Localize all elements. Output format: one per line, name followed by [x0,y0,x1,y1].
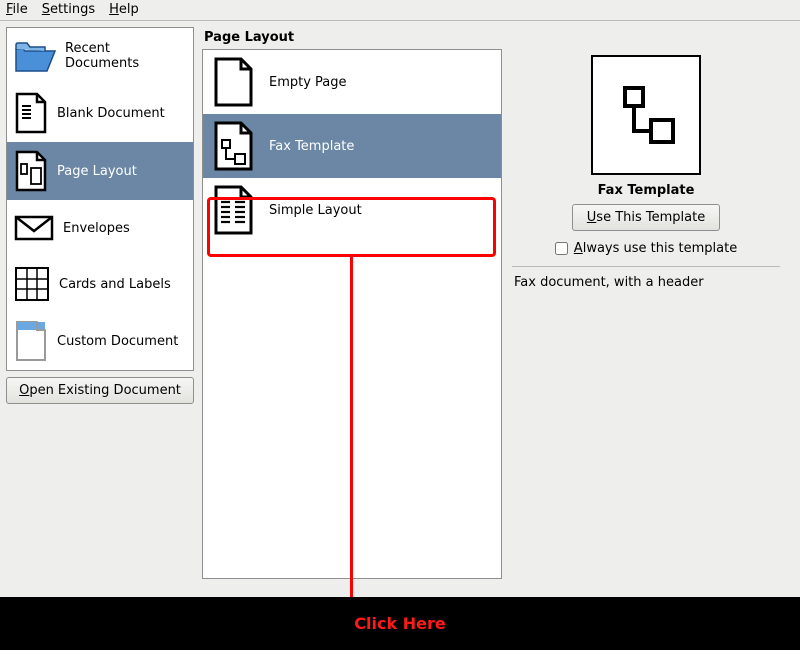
divider [512,266,780,267]
sidebar-item-custom-document[interactable]: Custom Document [7,312,193,370]
simple-layout-icon [211,184,255,236]
sidebar-item-page-layout[interactable]: Page Layout [7,142,193,200]
sidebar-item-label: Blank Document [57,106,165,121]
template-label: Empty Page [269,75,347,90]
envelope-icon [13,213,55,243]
always-use-checkbox[interactable] [555,242,568,255]
open-existing-document-button[interactable]: Open Existing Document [6,377,194,404]
sidebar-item-label: Recent Documents [65,41,187,71]
sidebar-item-blank-document[interactable]: Blank Document [7,84,193,142]
empty-page-icon [211,56,255,108]
annotation-caption: Click Here [354,614,445,633]
menu-file[interactable]: File [6,2,28,17]
annotation-caption-bar: Click Here [0,597,800,650]
sidebar-item-recent-documents[interactable]: Recent Documents [7,28,193,84]
sidebar-item-label: Page Layout [57,164,137,179]
section-title: Page Layout [202,27,794,49]
content-area: Page Layout Empty Page [202,27,794,605]
blank-document-icon [13,92,49,134]
always-use-row: Always use this template [555,241,737,256]
category-list: Recent Documents Blank Document [6,27,194,371]
sidebar-item-envelopes[interactable]: Envelopes [7,200,193,256]
preview-title: Fax Template [598,183,695,198]
menubar: File Settings Help [0,0,800,21]
template-description: Fax document, with a header [512,275,704,290]
folder-open-icon [13,37,57,75]
template-label: Simple Layout [269,203,362,218]
sidebar-item-label: Custom Document [57,334,178,349]
fax-template-icon [211,120,255,172]
use-this-template-button[interactable]: Use This Template [572,204,720,231]
fax-preview-icon [611,70,681,160]
detail-panel: Fax Template Use This Template Always us… [512,49,780,605]
template-label: Fax Template [269,139,354,154]
sidebar-item-cards-labels[interactable]: Cards and Labels [7,256,193,312]
always-use-label: lways use this template [583,241,738,256]
template-list: Empty Page Fax Template [202,49,502,579]
menu-settings[interactable]: Settings [42,2,95,17]
menu-help[interactable]: Help [109,2,139,17]
page-layout-icon [13,150,49,192]
template-item-simple-layout[interactable]: Simple Layout [203,178,501,242]
template-item-empty-page[interactable]: Empty Page [203,50,501,114]
sidebar-item-label: Cards and Labels [59,277,171,292]
sidebar: Recent Documents Blank Document [6,27,194,605]
cards-labels-icon [13,265,51,303]
custom-document-icon [13,320,49,362]
template-preview [591,55,701,175]
main-area: Recent Documents Blank Document [0,21,800,611]
template-item-fax-template[interactable]: Fax Template [203,114,501,178]
sidebar-item-label: Envelopes [63,221,130,236]
